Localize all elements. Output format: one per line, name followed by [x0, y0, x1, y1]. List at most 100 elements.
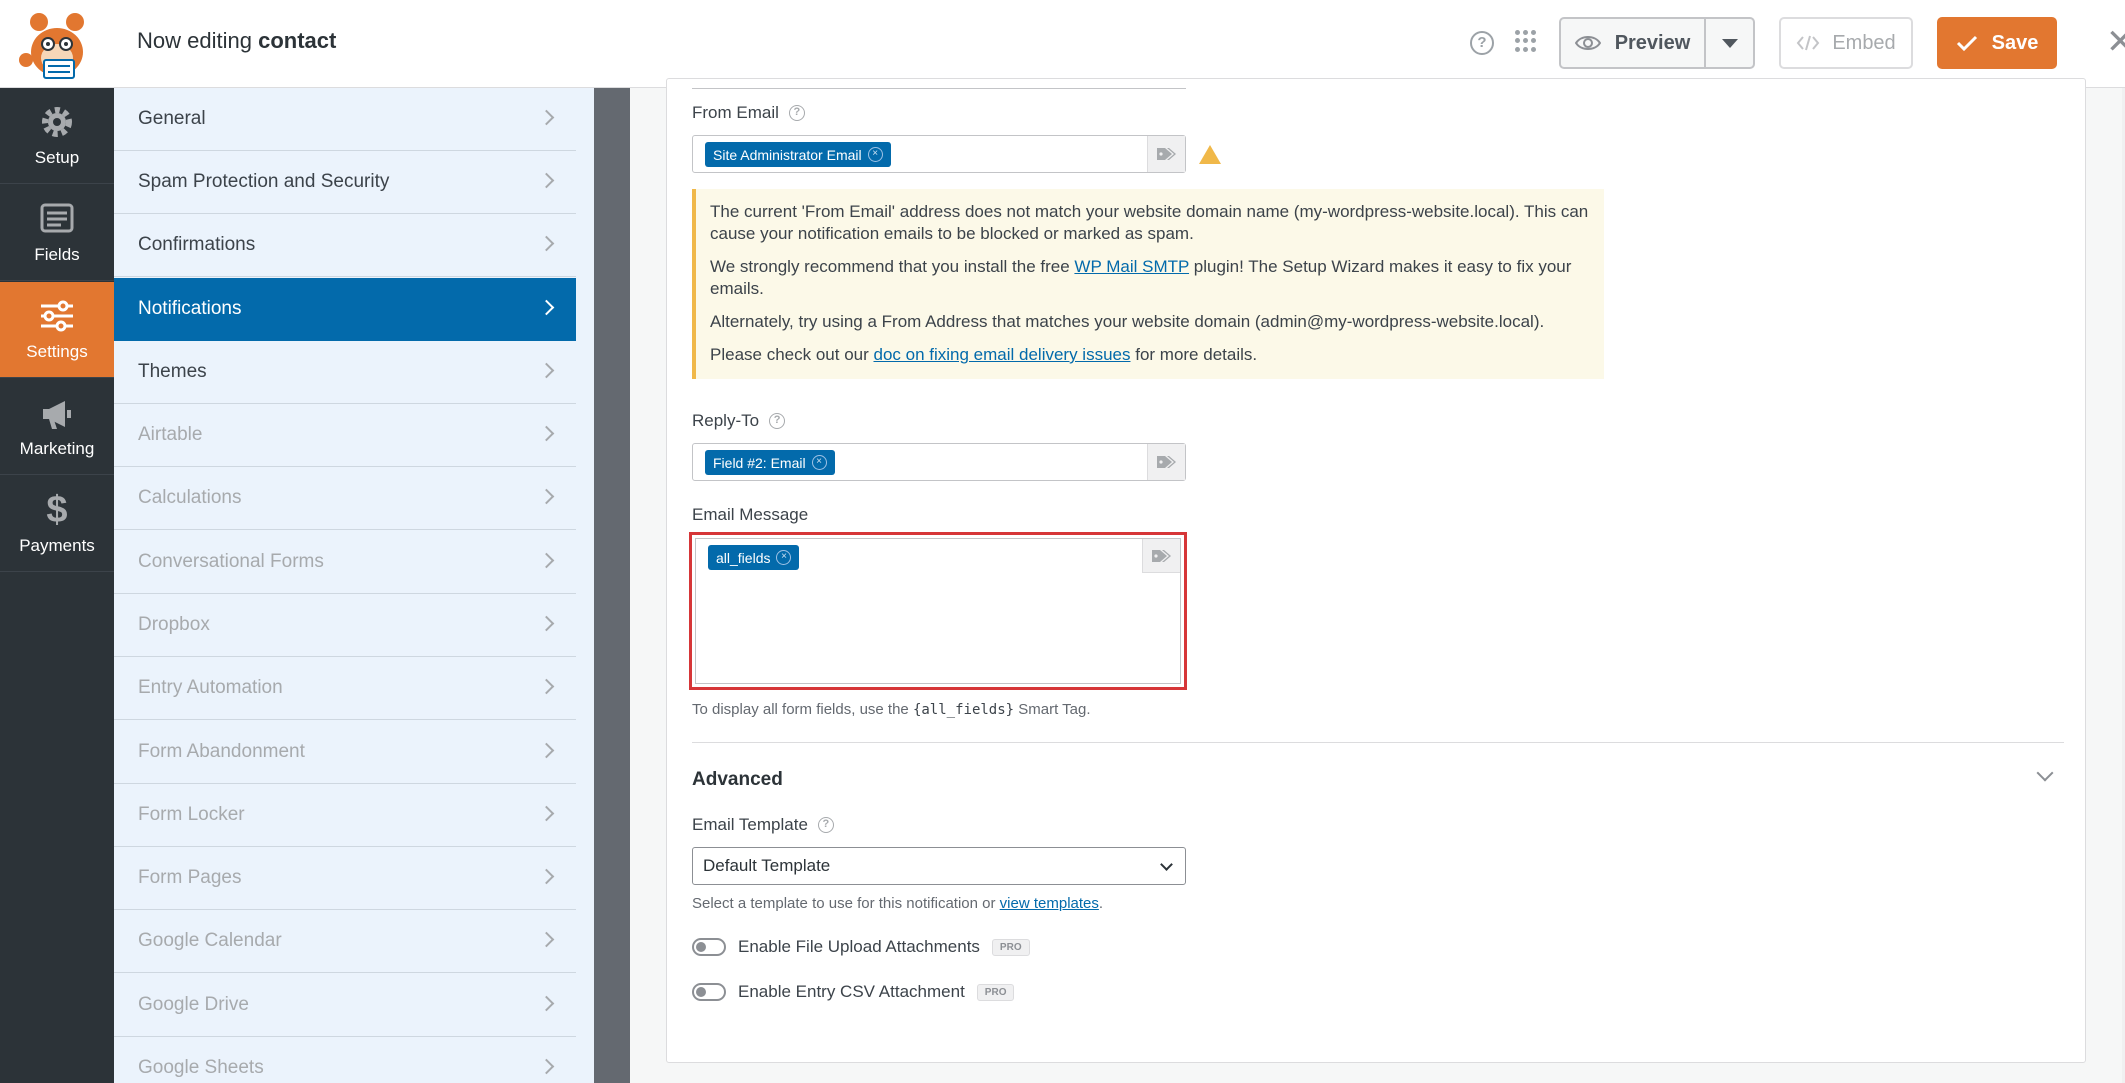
code-icon: [1797, 35, 1820, 51]
apps-grid-icon[interactable]: [1515, 30, 1537, 52]
chevron-right-icon: [538, 488, 555, 505]
advanced-section-title[interactable]: Advanced: [692, 769, 783, 791]
panel-item-label: General: [138, 108, 206, 129]
chevron-right-icon: [538, 678, 555, 695]
panel-item-notifications[interactable]: Notifications: [114, 278, 576, 341]
panel-item-confirmations[interactable]: Confirmations: [114, 214, 576, 277]
panel-item-label: Conversational Forms: [138, 551, 324, 572]
smart-tags-button[interactable]: [1147, 136, 1185, 172]
nav-settings-label: Settings: [26, 342, 88, 361]
pro-badge: PRO: [991, 938, 1030, 956]
question-icon[interactable]: ?: [788, 105, 805, 121]
sliders-icon: [41, 300, 73, 332]
wpforms-logo[interactable]: [14, 8, 100, 80]
previous-field-edge: [692, 79, 1186, 89]
wp-mail-smtp-link[interactable]: WP Mail SMTP: [1074, 257, 1189, 276]
panel-item-form-pages[interactable]: Form Pages: [114, 847, 576, 910]
remove-chip-icon[interactable]: ×: [811, 455, 827, 470]
embed-label: Embed: [1832, 31, 1896, 54]
email-delivery-doc-link[interactable]: doc on fixing email delivery issues: [873, 345, 1130, 364]
top-bar: Now editing contact ? Preview Embed Save…: [0, 0, 2125, 88]
panel-item-label: Spam Protection and Security: [138, 171, 390, 192]
email-message-label: Email Message: [692, 505, 808, 525]
pro-badge: PRO: [976, 983, 1015, 1001]
email-message-highlight: all_fields ×: [689, 532, 1187, 690]
question-icon[interactable]: ?: [817, 817, 834, 833]
smart-tags-button[interactable]: [1147, 444, 1185, 480]
panel-item-label: Entry Automation: [138, 677, 283, 698]
notice-paragraph: The current 'From Email' address does no…: [710, 202, 1589, 243]
panel-item-form-locker[interactable]: Form Locker: [114, 784, 576, 847]
chevron-right-icon: [538, 109, 555, 126]
help-icon[interactable]: ?: [1470, 31, 1494, 55]
view-templates-link[interactable]: view templates: [1000, 895, 1099, 912]
email-message-textarea[interactable]: all_fields ×: [695, 538, 1181, 684]
reply-to-input[interactable]: Field #2: Email ×: [692, 443, 1186, 481]
chevron-down-icon[interactable]: [2036, 764, 2054, 782]
panel-item-themes[interactable]: Themes: [114, 341, 576, 404]
panel-item-conversational-forms[interactable]: Conversational Forms: [114, 531, 576, 594]
dollar-icon: $: [46, 489, 68, 531]
panel-item-google-drive[interactable]: Google Drive: [114, 974, 576, 1037]
panel-item-label: Notifications: [138, 298, 242, 319]
smart-tag-chip: Site Administrator Email ×: [705, 142, 891, 167]
eye-icon: [1574, 36, 1601, 50]
nav-setup[interactable]: Setup: [0, 88, 114, 184]
file-upload-attachments-toggle[interactable]: [692, 938, 726, 956]
entry-csv-attachment-toggle[interactable]: [692, 983, 726, 1001]
notice-paragraph: Please check out our doc on fixing email…: [710, 344, 1590, 366]
panel-item-form-abandonment[interactable]: Form Abandonment: [114, 721, 576, 784]
chip-label: Site Administrator Email: [713, 146, 862, 163]
question-icon[interactable]: ?: [769, 413, 786, 429]
panel-item-spam-protection[interactable]: Spam Protection and Security: [114, 151, 576, 214]
chevron-right-icon: [538, 742, 555, 759]
nav-payments[interactable]: $ Payments: [0, 476, 114, 572]
panel-item-calculations[interactable]: Calculations: [114, 467, 576, 530]
panel-item-google-calendar[interactable]: Google Calendar: [114, 910, 576, 973]
panel-scrollbar[interactable]: [576, 88, 594, 1083]
close-icon[interactable]: ✕: [2106, 22, 2125, 62]
settings-panel: General Spam Protection and Security Con…: [114, 88, 594, 1083]
panel-item-label: Google Sheets: [138, 1057, 264, 1078]
toggle-label: Enable File Upload Attachments: [738, 937, 980, 956]
remove-chip-icon[interactable]: ×: [867, 147, 883, 162]
from-email-label-text: From Email: [692, 103, 779, 122]
reply-to-label-text: Reply-To: [692, 411, 760, 430]
chevron-right-icon: [538, 552, 555, 569]
panel-item-label: Airtable: [138, 424, 203, 445]
embed-button[interactable]: Embed: [1779, 17, 1913, 69]
smart-tag-chip: Field #2: Email ×: [705, 450, 835, 475]
email-template-select[interactable]: Default Template: [692, 847, 1186, 885]
preview-button[interactable]: Preview: [1561, 19, 1706, 67]
entry-csv-attachment-row: Enable Entry CSV Attachment PRO: [692, 982, 1015, 1002]
from-email-input[interactable]: Site Administrator Email ×: [692, 135, 1186, 173]
preview-dropdown-button[interactable]: [1706, 38, 1753, 48]
panel-item-general[interactable]: General: [114, 88, 576, 151]
tags-icon: [1156, 456, 1176, 468]
chevron-right-icon: [538, 615, 555, 632]
nav-settings[interactable]: Settings: [0, 282, 114, 378]
panel-item-google-sheets[interactable]: Google Sheets: [114, 1037, 576, 1083]
remove-chip-icon[interactable]: ×: [776, 550, 792, 565]
notice-text: for more details.: [1130, 345, 1258, 364]
panel-item-airtable[interactable]: Airtable: [114, 404, 576, 467]
panel-item-dropbox[interactable]: Dropbox: [114, 594, 576, 657]
email-template-label: Email Template ?: [692, 815, 834, 835]
nav-fields-label: Fields: [34, 245, 80, 264]
nav-fields[interactable]: Fields: [0, 185, 114, 281]
chevron-right-icon: [538, 931, 555, 948]
panel-item-label: Themes: [138, 361, 207, 382]
from-email-warning-notice: The current 'From Email' address does no…: [692, 189, 1604, 379]
panel-item-label: Calculations: [138, 487, 242, 508]
smart-tags-button[interactable]: [1142, 539, 1180, 573]
nav-marketing[interactable]: Marketing: [0, 379, 114, 475]
email-template-hint: Select a template to use for this notifi…: [692, 895, 1103, 912]
email-message-hint: To display all form fields, use the {all…: [692, 701, 1091, 718]
panel-item-label: Form Pages: [138, 867, 242, 888]
panel-item-entry-automation[interactable]: Entry Automation: [114, 657, 576, 720]
chevron-right-icon: [538, 805, 555, 822]
save-button[interactable]: Save: [1937, 17, 2057, 69]
check-icon: [1956, 35, 1977, 52]
notice-paragraph: We strongly recommend that you install t…: [710, 256, 1590, 300]
megaphone-icon: [43, 401, 71, 429]
